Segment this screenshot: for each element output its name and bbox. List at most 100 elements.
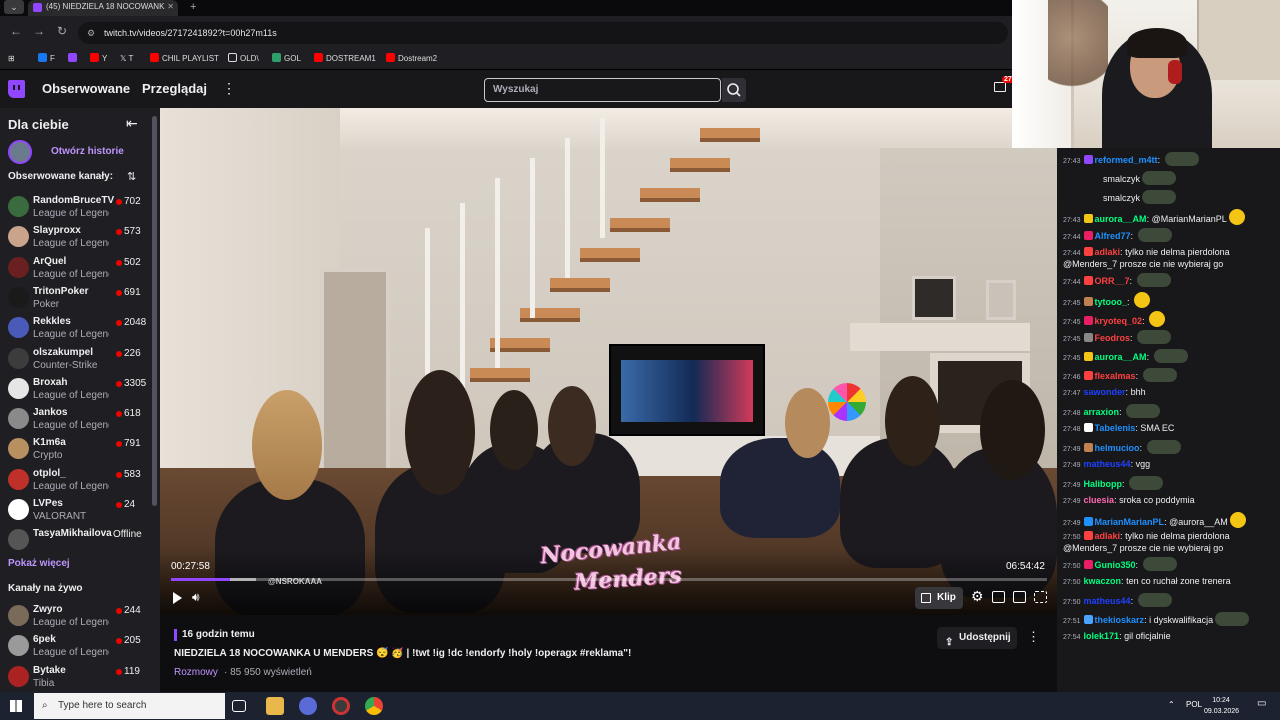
bookmark-item[interactable] <box>68 52 80 66</box>
clip-label: Klip <box>937 592 956 603</box>
category-link[interactable]: Rozmowy <box>174 667 218 678</box>
collapse-sidebar-icon[interactable]: ⇤ <box>126 115 138 132</box>
sidebar-channel[interactable]: RekklesLeague of Legends 2048 <box>0 313 152 343</box>
chat-username[interactable]: kryoteq_02 <box>1095 316 1143 326</box>
search-button[interactable] <box>722 78 746 102</box>
tab-search-button[interactable]: ⌄ <box>4 0 24 14</box>
video-player[interactable]: Nocowanka Menders @NSROKAAA 00:27:58 06:… <box>160 108 1057 615</box>
sidebar-channel[interactable]: Bytake Tibia 119 <box>0 662 152 692</box>
chat-badge-icon <box>1083 214 1093 223</box>
chat-username[interactable]: adlaki <box>1095 247 1121 257</box>
chrome-icon[interactable] <box>365 697 383 715</box>
bookmark-item[interactable]: GOL <box>272 52 301 66</box>
sidebar-channel[interactable]: TasyaMikhailova Offline <box>0 525 152 555</box>
chat-message: 27:47 sawonder: bhh <box>1063 387 1146 397</box>
reload-icon[interactable]: ↻ <box>57 24 67 38</box>
obs-icon[interactable] <box>332 697 350 715</box>
site-info-icon[interactable]: ⚙ <box>87 22 95 44</box>
chat-emote-icon <box>1126 404 1161 418</box>
chat-username[interactable]: thekioskarz <box>1095 615 1145 625</box>
bookmark-item[interactable]: DOSTREAM1 <box>314 52 376 66</box>
chat-username[interactable]: tytooo_ <box>1095 297 1128 307</box>
bookmark-item[interactable]: F <box>38 52 55 66</box>
chat-username[interactable]: matheus44 <box>1084 596 1131 606</box>
bookmark-folder[interactable]: OLD\ <box>228 52 259 66</box>
story-avatar[interactable] <box>8 140 32 164</box>
system-clock[interactable]: 10:24 09.03.2026 <box>1204 695 1239 717</box>
chat-username[interactable]: Alfred77 <box>1095 231 1131 241</box>
task-view-icon[interactable] <box>232 700 246 712</box>
fullscreen-icon[interactable] <box>1034 591 1047 603</box>
settings-icon[interactable]: ⚙ <box>971 588 984 605</box>
chat-username[interactable]: helmucioo <box>1095 443 1140 453</box>
discord-icon[interactable] <box>299 697 317 715</box>
sidebar-channel[interactable]: LVPes VALORANT 24 <box>0 495 152 525</box>
chat-username[interactable]: kwaczon <box>1084 576 1122 586</box>
chat-username[interactable]: aurora__AM <box>1095 352 1147 362</box>
chat-username[interactable]: Tabelenis <box>1095 423 1136 433</box>
new-tab-button[interactable]: + <box>190 0 196 14</box>
inbox-icon[interactable] <box>994 82 1006 92</box>
sidebar-channel[interactable]: otplol_League of Legends 583 <box>0 465 152 495</box>
sidebar-channel[interactable]: TritonPoker Poker 691 <box>0 283 152 313</box>
windows-start-icon[interactable] <box>10 700 22 712</box>
notifications-icon[interactable]: ▭ <box>1257 698 1266 709</box>
sidebar-channel[interactable]: ArQuelLeague of Legends 502 <box>0 253 152 283</box>
chat-username[interactable]: Feodros <box>1095 333 1131 343</box>
file-explorer-icon[interactable] <box>266 697 284 715</box>
chat-username[interactable]: arraxion <box>1084 407 1120 417</box>
bookmark-item[interactable]: Dostream2 <box>386 52 437 66</box>
nav-following[interactable]: Obserwowane <box>42 81 130 96</box>
browser-tab[interactable]: (45) NIEDZIELA 18 NOCOWANK ✕ <box>28 0 178 16</box>
theatre-mode-icon[interactable] <box>992 591 1005 603</box>
scene-stair <box>640 188 700 202</box>
sort-icon[interactable]: ⇅ <box>127 170 136 183</box>
chat-username[interactable]: cluesia <box>1084 495 1115 505</box>
chat-username[interactable]: matheus44 <box>1084 459 1131 469</box>
chat-username[interactable]: lolek171 <box>1084 631 1120 641</box>
sidebar-channel[interactable]: SlayproxxLeague of Legends 573 <box>0 222 152 252</box>
sidebar-scrollbar[interactable] <box>152 116 157 506</box>
sidebar-channel[interactable]: BroxahLeague of Legends 3305 <box>0 374 152 404</box>
search-input[interactable]: Wyszukaj <box>484 78 721 102</box>
chat-username[interactable]: Halibopp <box>1084 479 1123 489</box>
back-icon[interactable]: ← <box>10 24 22 38</box>
share-button[interactable]: ⇪ Udostępnij <box>937 627 1017 649</box>
miniplayer-icon[interactable] <box>1013 591 1026 603</box>
taskbar-search-input[interactable]: ⌕ Type here to search <box>34 693 225 719</box>
forward-icon[interactable]: → <box>33 24 45 38</box>
sidebar-channel[interactable]: 6pekLeague of Legends 205 <box>0 631 152 661</box>
chat-username[interactable]: aurora__AM <box>1095 214 1147 224</box>
sidebar-channel[interactable]: K1m6a Crypto 791 <box>0 434 152 464</box>
url-field[interactable]: ⚙ twitch.tv/videos/2717241892?t=00h27m11… <box>78 22 1008 44</box>
bookmark-item[interactable]: 𝕏 T <box>120 52 133 66</box>
clip-button[interactable]: Klip <box>915 587 963 609</box>
seek-bar[interactable] <box>171 578 1047 581</box>
sidebar-channel[interactable]: Zwyro League of Legends 244 <box>0 601 152 631</box>
nav-browse[interactable]: Przeglądaj <box>142 81 207 96</box>
chat-username[interactable]: reformed_m4tt <box>1095 155 1158 165</box>
input-language[interactable]: POL <box>1186 700 1202 709</box>
open-stories-link[interactable]: Otwórz historie <box>51 146 124 157</box>
chat-username[interactable]: ORR__7 <box>1095 276 1130 286</box>
chat-username[interactable]: sawonder <box>1084 387 1126 397</box>
close-tab-icon[interactable]: ✕ <box>167 0 174 14</box>
twitch-logo-icon[interactable] <box>8 80 25 98</box>
volume-icon[interactable]: 🔊︎ <box>192 590 200 605</box>
sidebar-channel[interactable]: JankosLeague of Legends 618 <box>0 404 152 434</box>
apps-icon[interactable]: ⊞ <box>8 52 15 66</box>
chat-username[interactable]: adlaki <box>1095 531 1121 541</box>
chat-username[interactable]: Gunio350 <box>1095 560 1136 570</box>
bookmark-item[interactable]: CHIL PLAYLIST <box>150 52 219 66</box>
more-menu-icon[interactable]: ⋮ <box>222 80 236 97</box>
sidebar-channel[interactable]: olszakumpel Counter-Strike 226 <box>0 344 152 374</box>
chat-username[interactable]: flexalmas <box>1095 371 1136 381</box>
more-options-icon[interactable]: ⋮ <box>1027 629 1040 645</box>
show-more-link[interactable]: Pokaż więcej <box>8 558 70 569</box>
tray-chevron-icon[interactable]: ⌃ <box>1168 700 1175 709</box>
bookmark-item[interactable]: Y <box>90 52 107 66</box>
sidebar-channel[interactable]: RandomBruceTV League of Legends 702 <box>0 192 152 222</box>
chat-username[interactable]: MarianMarianPL <box>1095 517 1165 527</box>
play-icon[interactable] <box>173 592 182 604</box>
live-indicator-icon <box>116 608 122 614</box>
